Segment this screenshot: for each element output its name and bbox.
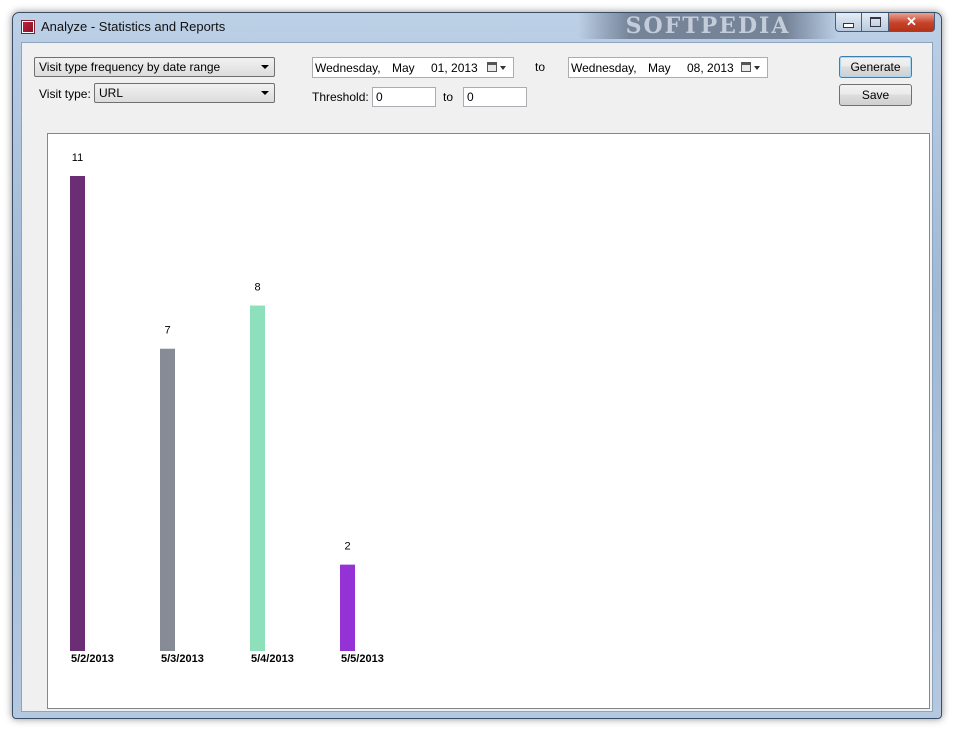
report-type-value: Visit type frequency by date range — [39, 60, 221, 74]
bar-value-label: 7 — [164, 325, 170, 337]
category-label: 5/4/2013 — [251, 653, 294, 665]
softpedia-watermark: SOFTPEDIA — [578, 13, 838, 39]
bar-5/3/2013 — [160, 348, 175, 651]
chevron-down-icon — [261, 91, 269, 95]
date-to-month: May — [648, 61, 671, 75]
category-label: 5/5/2013 — [341, 653, 384, 665]
bar-5/4/2013 — [250, 305, 265, 651]
report-type-dropdown[interactable]: Visit type frequency by date range — [34, 57, 275, 77]
calendar-icon[interactable] — [741, 62, 751, 72]
date-to-picker[interactable]: Wednesday, May 08, 2013 — [568, 57, 768, 78]
minimize-button[interactable] — [835, 13, 862, 32]
chevron-down-icon[interactable] — [500, 66, 506, 70]
threshold-from-input[interactable]: 0 — [372, 87, 436, 107]
threshold-label: Threshold: — [312, 90, 369, 104]
save-button[interactable]: Save — [839, 84, 912, 106]
bar-5/5/2013 — [340, 564, 355, 651]
minimize-icon — [843, 22, 854, 28]
visit-type-value: URL — [99, 86, 124, 100]
chevron-down-icon[interactable] — [754, 66, 760, 70]
calendar-icon[interactable] — [487, 62, 497, 72]
close-icon: ✕ — [906, 14, 917, 29]
threshold-to-input[interactable]: 0 — [463, 87, 527, 107]
date-to-label: to — [535, 60, 546, 74]
date-from-picker[interactable]: Wednesday, May 01, 2013 — [312, 57, 514, 78]
visit-type-dropdown[interactable]: URL — [94, 83, 275, 103]
maximize-icon — [869, 17, 881, 27]
bar-value-label: 11 — [72, 152, 83, 164]
chart-panel: 11 5/2/2013 7 5/3/2013 8 5/4/2013 2 5/5/2013 — [47, 133, 930, 709]
threshold-to-label: to — [443, 90, 454, 104]
date-from-month: May — [392, 61, 415, 75]
client-area: Visit type frequency by date range Visit… — [21, 42, 933, 712]
close-button[interactable]: ✕ — [889, 13, 935, 32]
date-to-weekday: Wednesday, — [571, 61, 637, 75]
date-from-weekday: Wednesday, — [315, 61, 381, 75]
bar-value-label: 2 — [344, 541, 350, 553]
chevron-down-icon — [261, 65, 269, 69]
date-to-day-year: 08, 2013 — [687, 61, 734, 75]
title-bar[interactable]: Analyze - Statistics and Reports SOFTPED… — [13, 13, 941, 39]
generate-button[interactable]: Generate — [839, 56, 912, 78]
date-from-day-year: 01, 2013 — [431, 61, 478, 75]
window-title: Analyze - Statistics and Reports — [41, 19, 226, 34]
bar-5/2/2013 — [70, 176, 85, 651]
visit-type-label: Visit type: — [39, 87, 91, 101]
bar-chart: 11 5/2/2013 7 5/3/2013 8 5/4/2013 2 5/5/2013 — [70, 152, 384, 665]
maximize-button[interactable] — [862, 13, 889, 32]
app-logo-icon — [21, 20, 35, 34]
category-label: 5/2/2013 — [71, 653, 114, 665]
window-controls: ✕ — [835, 13, 935, 33]
bar-value-label: 8 — [254, 282, 260, 294]
category-label: 5/3/2013 — [161, 653, 204, 665]
app-window: Analyze - Statistics and Reports SOFTPED… — [12, 12, 942, 719]
